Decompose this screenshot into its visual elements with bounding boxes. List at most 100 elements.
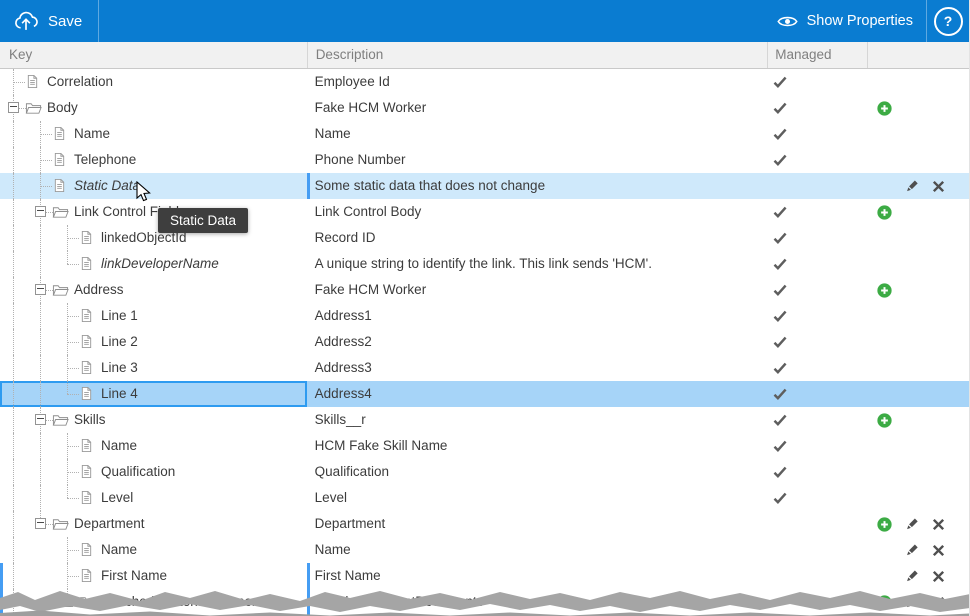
key-cell[interactable]: linkDeveloperName — [0, 251, 307, 277]
key-cell[interactable]: Name — [0, 121, 307, 147]
description-cell[interactable]: Name — [307, 121, 768, 147]
managed-cell[interactable] — [767, 121, 867, 147]
key-cell[interactable]: Name — [0, 433, 307, 459]
description-cell[interactable]: A unique string to identify the link. Th… — [307, 251, 768, 277]
description-cell[interactable]: Level — [307, 485, 768, 511]
description-label: A unique string to identify the link. Th… — [315, 256, 652, 271]
managed-cell[interactable] — [767, 277, 867, 303]
add-row-button[interactable] — [877, 413, 892, 428]
managed-cell[interactable] — [767, 95, 867, 121]
delete-row-button[interactable] — [931, 179, 946, 194]
table-row[interactable]: CorrelationEmployee Id — [0, 69, 969, 95]
collapse-toggle[interactable] — [35, 206, 46, 217]
collapse-toggle[interactable] — [8, 102, 19, 113]
description-cell[interactable]: Skills__r — [307, 407, 768, 433]
actions-cell — [867, 433, 969, 459]
description-cell[interactable]: Address3 — [307, 355, 768, 381]
key-cell[interactable]: linkedObjectId — [0, 225, 307, 251]
delete-row-button[interactable] — [931, 517, 946, 532]
delete-row-button[interactable] — [931, 569, 946, 584]
key-cell[interactable]: Level — [0, 485, 307, 511]
edit-row-button[interactable] — [904, 543, 919, 558]
description-cell[interactable]: Record ID — [307, 225, 768, 251]
description-cell[interactable]: HCM Fake Skill Name — [307, 433, 768, 459]
checkmark-icon — [772, 360, 788, 376]
table-row[interactable]: BodyFake HCM Worker — [0, 95, 969, 121]
table-row[interactable]: AddressFake HCM Worker — [0, 277, 969, 303]
key-cell[interactable]: Name — [0, 537, 307, 563]
delete-row-button[interactable] — [931, 543, 946, 558]
description-cell[interactable]: Address4 — [307, 381, 768, 407]
description-cell[interactable]: Name — [307, 537, 768, 563]
managed-cell[interactable] — [767, 69, 867, 95]
add-row-button[interactable] — [877, 205, 892, 220]
table-row[interactable]: Line 3Address3 — [0, 355, 969, 381]
key-cell[interactable]: Body — [0, 95, 307, 121]
show-properties-button[interactable]: Show Properties — [764, 0, 926, 42]
description-cell[interactable]: Employee Id — [307, 69, 768, 95]
table-row[interactable]: SkillsSkills__r — [0, 407, 969, 433]
managed-cell[interactable] — [767, 433, 867, 459]
managed-cell[interactable] — [767, 225, 867, 251]
table-row[interactable]: NameHCM Fake Skill Name — [0, 433, 969, 459]
key-cell[interactable]: Correlation — [0, 69, 307, 95]
add-row-button[interactable] — [877, 283, 892, 298]
description-cell[interactable]: Qualification — [307, 459, 768, 485]
table-row[interactable]: QualificationQualification — [0, 459, 969, 485]
description-cell[interactable]: Phone Number — [307, 147, 768, 173]
key-cell[interactable]: Address — [0, 277, 307, 303]
managed-cell[interactable] — [767, 329, 867, 355]
description-cell[interactable]: Fake HCM Worker — [307, 277, 768, 303]
managed-cell[interactable] — [767, 251, 867, 277]
tree-guide — [13, 173, 14, 199]
save-button[interactable]: Save — [0, 0, 98, 42]
collapse-toggle[interactable] — [35, 518, 46, 529]
table-row[interactable]: Line 2Address2 — [0, 329, 969, 355]
description-cell[interactable]: Fake HCM Worker — [307, 95, 768, 121]
managed-cell[interactable] — [767, 303, 867, 329]
managed-cell[interactable] — [767, 381, 867, 407]
managed-cell[interactable] — [767, 147, 867, 173]
table-row[interactable]: LevelLevel — [0, 485, 969, 511]
managed-cell[interactable] — [767, 199, 867, 225]
table-row[interactable]: NameName — [0, 121, 969, 147]
table-row[interactable]: DepartmentDepartment — [0, 511, 969, 537]
key-cell[interactable]: Line 3 — [0, 355, 307, 381]
key-cell[interactable]: Qualification — [0, 459, 307, 485]
document-icon — [53, 178, 66, 193]
managed-cell[interactable] — [767, 511, 867, 537]
edit-row-button[interactable] — [904, 569, 919, 584]
table-row[interactable]: NameName — [0, 537, 969, 563]
add-row-button[interactable] — [877, 101, 892, 116]
table-row[interactable]: Line 1Address1 — [0, 303, 969, 329]
add-row-button[interactable] — [877, 517, 892, 532]
description-cell[interactable]: Department — [307, 511, 768, 537]
key-cell[interactable]: Line 1 — [0, 303, 307, 329]
actions-cell — [867, 329, 969, 355]
managed-cell[interactable] — [767, 407, 867, 433]
description-cell[interactable]: Address2 — [307, 329, 768, 355]
key-cell[interactable]: Skills — [0, 407, 307, 433]
managed-cell[interactable] — [767, 459, 867, 485]
description-cell[interactable]: Link Control Body — [307, 199, 768, 225]
table-row[interactable]: linkDeveloperName A unique string to iden… — [0, 251, 969, 277]
key-cell[interactable]: Department — [0, 511, 307, 537]
help-button[interactable]: ? — [927, 0, 969, 42]
managed-cell[interactable] — [767, 355, 867, 381]
description-cell[interactable]: Some static data that does not change — [307, 173, 768, 199]
key-cell[interactable]: Line 2 — [0, 329, 307, 355]
edit-row-button[interactable] — [904, 179, 919, 194]
managed-cell[interactable] — [767, 173, 867, 199]
collapse-toggle[interactable] — [35, 284, 46, 295]
edit-row-button[interactable] — [904, 517, 919, 532]
managed-cell[interactable] — [767, 485, 867, 511]
table-row[interactable]: TelephonePhone Number — [0, 147, 969, 173]
description-cell[interactable]: Address1 — [307, 303, 768, 329]
table-row[interactable]: Line 4Address4 — [0, 381, 969, 407]
collapse-toggle[interactable] — [35, 414, 46, 425]
key-cell[interactable]: Telephone — [0, 147, 307, 173]
mapping-editor-window: Save Show Properties ? Key Description M… — [0, 0, 970, 616]
table-row[interactable]: linkedObjectIdRecord ID — [0, 225, 969, 251]
managed-cell[interactable] — [767, 537, 867, 563]
key-cell[interactable]: Line 4 — [0, 381, 307, 407]
